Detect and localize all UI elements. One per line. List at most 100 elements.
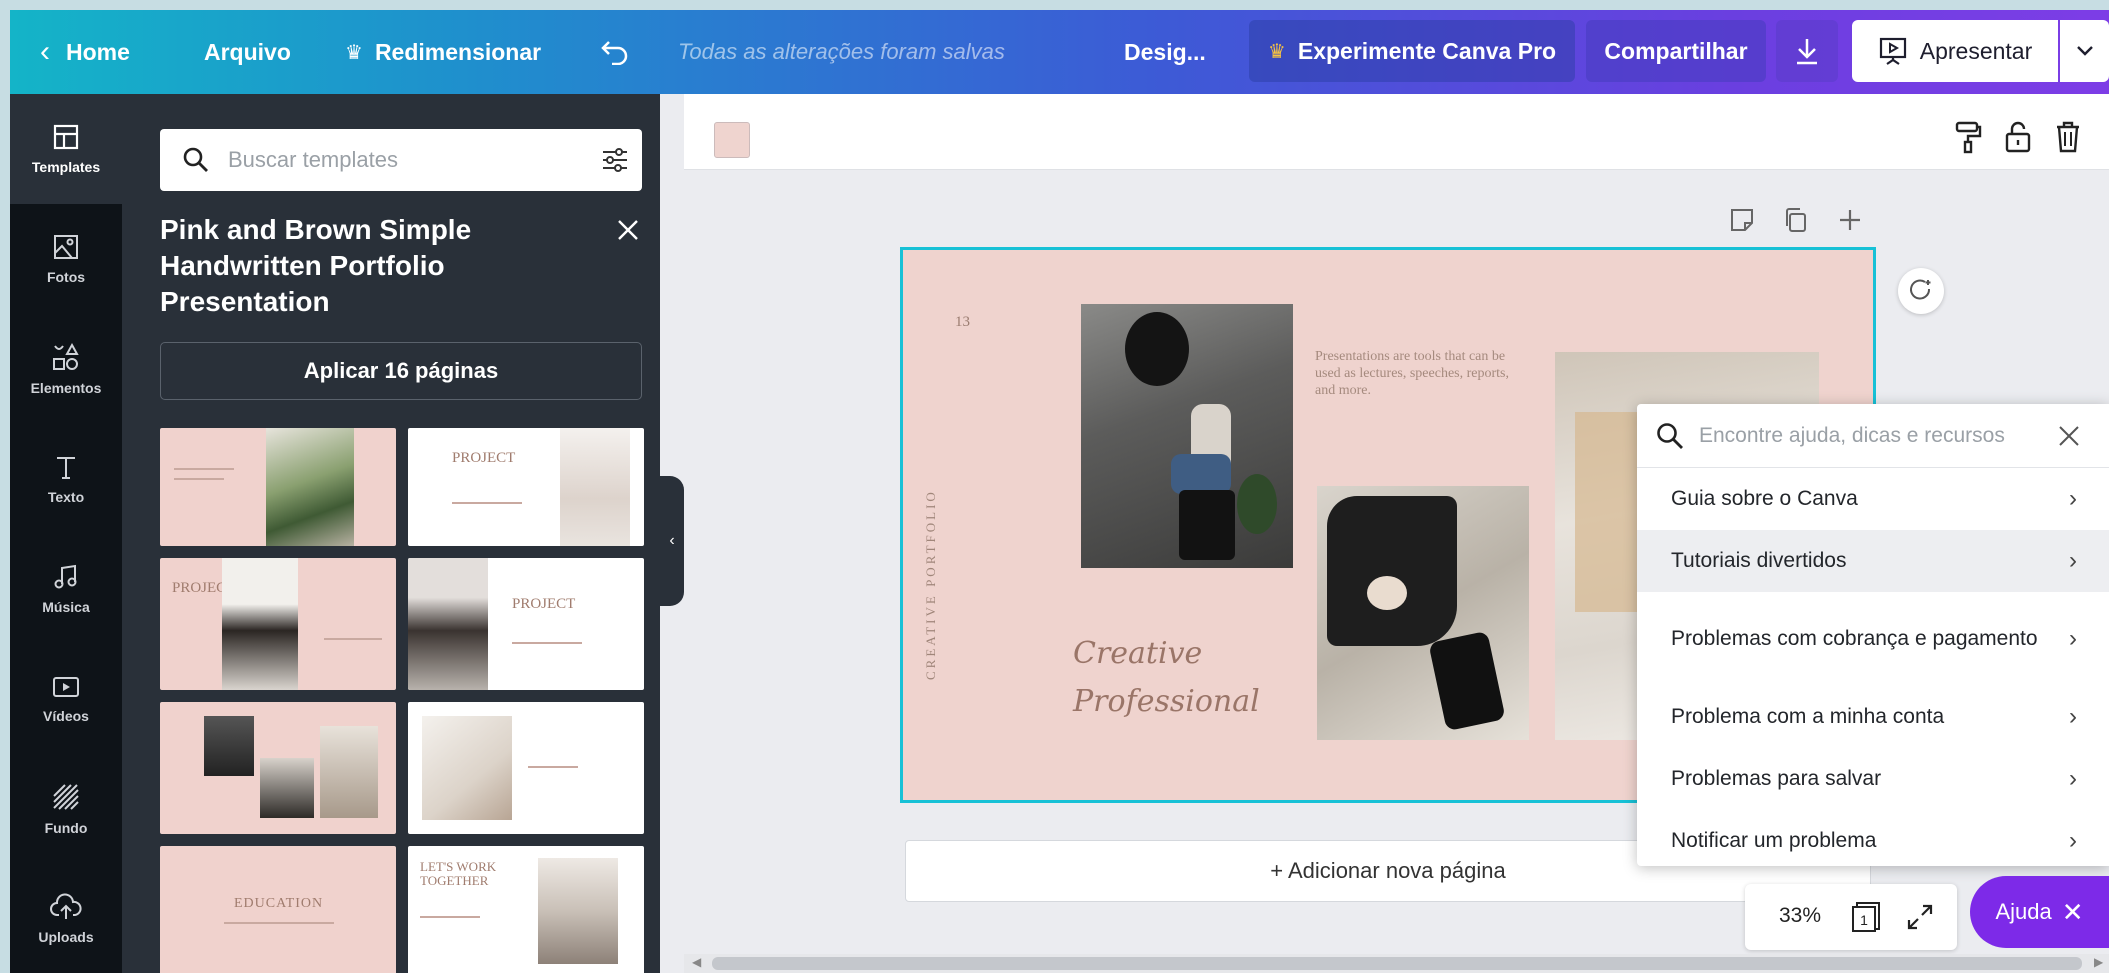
- page-grid-icon[interactable]: 1: [1849, 900, 1883, 934]
- slide-photo-coffee[interactable]: [1317, 486, 1529, 740]
- script-line: Creative: [1073, 636, 1203, 671]
- magic-refresh-button[interactable]: [1898, 268, 1944, 314]
- thumb-title: PROJECT: [512, 596, 576, 612]
- undo-button[interactable]: [600, 10, 630, 94]
- rail-item-music[interactable]: Música: [10, 534, 122, 644]
- thumb-text-line: [528, 766, 578, 768]
- apply-pages-button[interactable]: Aplicar 16 páginas: [160, 342, 642, 400]
- help-item-label: Problemas com cobrança e pagamento: [1671, 627, 2038, 650]
- thumb-photo: [422, 716, 512, 820]
- add-page-icon[interactable]: [1836, 206, 1864, 234]
- rail-label: Texto: [47, 489, 85, 505]
- collapse-panel-button[interactable]: ‹: [660, 476, 684, 606]
- help-item-tutorials[interactable]: Tutoriais divertidos ›: [1637, 530, 2109, 592]
- file-menu-button[interactable]: Arquivo: [204, 10, 291, 94]
- chevron-right-icon: ›: [2069, 547, 2077, 574]
- rail-item-background[interactable]: Fundo: [10, 754, 122, 864]
- plant-shape: [1237, 474, 1277, 534]
- top-bar: ‹ Home Arquivo ♛ Redimensionar Todas as …: [10, 10, 2109, 94]
- template-thumbnail[interactable]: [408, 702, 644, 834]
- zoom-controls: 33% 1: [1745, 884, 1957, 950]
- rail-item-templates[interactable]: Templates: [10, 94, 122, 204]
- chevron-right-icon: ›: [2069, 625, 2077, 652]
- try-pro-button[interactable]: ♛ Experimente Canva Pro: [1249, 20, 1575, 82]
- scroll-right-icon[interactable]: ▶: [2094, 955, 2103, 969]
- thumb-text-line: [452, 502, 522, 504]
- help-item-account[interactable]: Problema com a minha conta ›: [1637, 686, 2109, 748]
- template-thumbnail[interactable]: LET'S WORK TOGETHER: [408, 846, 644, 973]
- resize-button[interactable]: ♛ Redimensionar: [345, 10, 541, 94]
- thumb-title: EDUCATION: [234, 896, 324, 911]
- help-search: [1637, 404, 2109, 468]
- background-color-swatch[interactable]: [714, 122, 750, 158]
- help-button[interactable]: Ajuda ✕: [1970, 876, 2109, 948]
- canva-editor: ‹ Home Arquivo ♛ Redimensionar Todas as …: [10, 10, 2109, 973]
- slide-number: 13: [955, 314, 970, 330]
- present-options-button[interactable]: [2060, 20, 2109, 82]
- help-search-input[interactable]: [1699, 419, 2029, 453]
- chevron-right-icon: ›: [2069, 765, 2077, 792]
- search-icon: [183, 147, 208, 172]
- design-name[interactable]: Desig...: [1124, 10, 1206, 94]
- crown-icon: ♛: [1267, 40, 1286, 63]
- slide-script-text: Creative Professional: [1073, 630, 1260, 726]
- help-item-saving[interactable]: Problemas para salvar ›: [1637, 748, 2109, 810]
- template-thumbnail[interactable]: EDUCATION: [160, 846, 396, 973]
- slide-vertical-title: CREATIVE PORTFOLIO: [923, 489, 938, 680]
- rail-label: Vídeos: [43, 708, 89, 724]
- home-button[interactable]: ‹ Home: [40, 10, 130, 94]
- close-icon: ✕: [2061, 896, 2084, 927]
- help-item-label: Notificar um problema: [1671, 829, 1877, 852]
- paint-roller-icon[interactable]: [1954, 120, 1982, 154]
- fullscreen-icon[interactable]: [1905, 902, 1935, 932]
- thumb-photo: [408, 558, 488, 690]
- template-thumbnail[interactable]: [160, 428, 396, 546]
- thumb-title: PROJECT: [452, 450, 516, 466]
- rail-label: Templates: [31, 159, 101, 175]
- present-button[interactable]: Apresentar: [1852, 20, 2058, 82]
- template-thumbnail[interactable]: [160, 702, 396, 834]
- slide-photo-balloon[interactable]: [1081, 304, 1293, 568]
- template-thumbnail[interactable]: PROJECT: [408, 558, 644, 690]
- thumb-photo: [222, 558, 298, 690]
- templates-panel: Pink and Brown Simple Handwritten Portfo…: [122, 94, 660, 973]
- zoom-level[interactable]: 33%: [1779, 904, 1821, 928]
- crown-icon: ♛: [345, 41, 363, 64]
- download-button[interactable]: [1776, 20, 1838, 82]
- help-item-report-problem[interactable]: Notificar um problema ›: [1637, 810, 2109, 866]
- help-item-label: Tutoriais divertidos: [1671, 549, 1847, 572]
- template-search: [160, 129, 642, 191]
- resize-label: Redimensionar: [374, 38, 542, 65]
- help-button-label: Ajuda: [1995, 899, 2052, 924]
- rail-item-elements[interactable]: Elementos: [10, 314, 122, 424]
- chevron-right-icon: ›: [2069, 485, 2077, 512]
- lock-icon[interactable]: [2004, 120, 2032, 154]
- share-button[interactable]: Compartilhar: [1586, 20, 1766, 82]
- notes-icon[interactable]: [1728, 206, 1756, 234]
- duplicate-page-icon[interactable]: [1782, 206, 1810, 234]
- scrollbar-thumb[interactable]: [712, 957, 2082, 970]
- template-thumbnail[interactable]: PROJECT: [160, 558, 396, 690]
- template-search-input[interactable]: [228, 143, 568, 177]
- help-item-billing[interactable]: Problemas com cobrança e pagamento ›: [1637, 592, 2109, 686]
- close-icon[interactable]: [616, 218, 640, 242]
- template-thumbnail[interactable]: PROJECT: [408, 428, 644, 546]
- thumb-photo: [266, 428, 354, 546]
- thumb-photo: [260, 758, 314, 818]
- thumb-text-line: [174, 468, 234, 470]
- rail-item-text[interactable]: Texto: [10, 424, 122, 534]
- rail-item-photos[interactable]: Fotos: [10, 204, 122, 314]
- rail-label: Fotos: [46, 269, 86, 285]
- filter-icon[interactable]: [600, 145, 630, 175]
- scroll-left-icon[interactable]: ◀: [692, 955, 701, 969]
- trash-icon[interactable]: [2054, 120, 2082, 154]
- rail-item-videos[interactable]: Vídeos: [10, 644, 122, 754]
- chevron-down-icon: [2076, 46, 2093, 56]
- thumb-text-line: [324, 638, 382, 640]
- rail-item-uploads[interactable]: Uploads: [10, 864, 122, 973]
- help-item-canva-guide[interactable]: Guia sobre o Canva ›: [1637, 468, 2109, 530]
- horizontal-scrollbar[interactable]: ◀ ▶: [684, 954, 2109, 973]
- close-icon[interactable]: [2057, 424, 2081, 448]
- refresh-sparkle-icon: [1910, 279, 1931, 300]
- thumb-title: LET'S WORK TOGETHER: [420, 859, 497, 888]
